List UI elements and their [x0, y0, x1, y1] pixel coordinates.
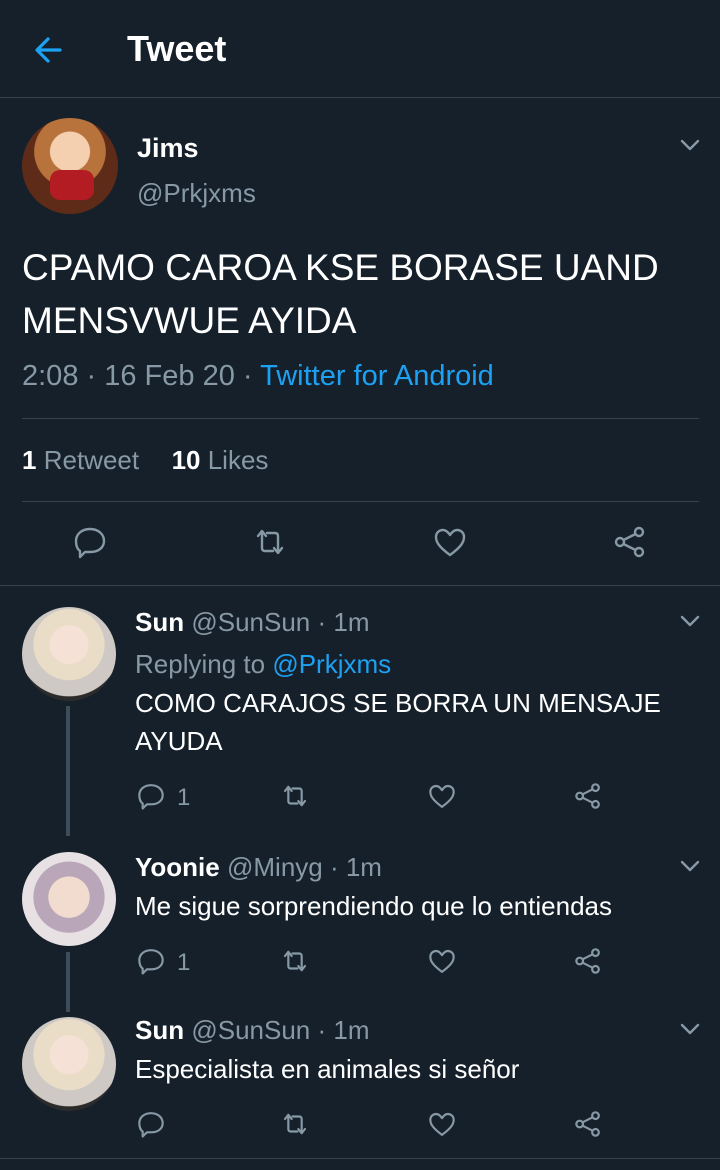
author-handle[interactable]: @Prkjxms: [137, 178, 256, 209]
reply-item[interactable]: Sun @SunSun · 1m Replying to @Prkjxms CO…: [0, 586, 720, 836]
reply-icon[interactable]: [72, 524, 108, 560]
reply-author-handle[interactable]: @SunSun: [191, 607, 310, 637]
tweet-stats: 1 Retweet 10 Likes: [22, 445, 268, 476]
reply-time: 1m: [333, 607, 370, 637]
like-icon[interactable]: [427, 946, 457, 976]
main-tweet: Jims @Prkjxms CPAMO CAROA KSE BORASE UAN…: [0, 98, 720, 586]
avatar[interactable]: [22, 607, 116, 701]
avatar[interactable]: [22, 1017, 116, 1111]
like-icon[interactable]: [432, 524, 468, 560]
tweet-source-link[interactable]: Twitter for Android: [260, 360, 494, 392]
reply-item[interactable]: Yoonie @Minyg · 1m Me sigue sorprendiend…: [0, 828, 720, 1012]
reply-time: 1m: [333, 1015, 370, 1045]
retweet-icon[interactable]: [280, 781, 310, 811]
replying-to-link[interactable]: @Prkjxms: [272, 649, 391, 679]
reply-author-name[interactable]: Sun: [135, 1015, 184, 1045]
divider: [22, 501, 699, 502]
reply-text: COMO CARAJOS SE BORRA UN MENSAJE AYUDA: [135, 688, 661, 756]
like-icon[interactable]: [427, 1109, 457, 1139]
divider: [22, 418, 699, 419]
reply-icon[interactable]: [136, 1109, 166, 1139]
retweets-stat[interactable]: 1 Retweet: [22, 445, 139, 475]
top-bar: Tweet: [0, 0, 720, 98]
reply-text: Especialista en animales si señor: [135, 1054, 520, 1084]
share-icon[interactable]: [573, 1109, 603, 1139]
avatar[interactable]: [22, 852, 116, 946]
tweet-text: CPAMO CAROA KSE BORASE UAND MENSVWUE AYI…: [22, 247, 659, 341]
replying-to: Replying to @Prkjxms: [135, 649, 392, 679]
reply-author-handle[interactable]: @SunSun: [191, 1015, 310, 1045]
chevron-down-icon[interactable]: [680, 1019, 700, 1039]
thread-line: [66, 706, 70, 836]
like-icon[interactable]: [427, 781, 457, 811]
chevron-down-icon[interactable]: [680, 611, 700, 631]
tweet-date: 16 Feb 20: [104, 360, 235, 392]
divider: [0, 1158, 720, 1159]
author-name[interactable]: Jims: [137, 133, 199, 164]
reply-author-handle[interactable]: @Minyg: [227, 852, 323, 882]
avatar[interactable]: [22, 118, 118, 214]
reply-author-name[interactable]: Yoonie: [135, 852, 220, 882]
likes-stat[interactable]: 10 Likes: [172, 445, 269, 475]
retweet-icon[interactable]: [280, 946, 310, 976]
back-arrow-icon[interactable]: [30, 30, 70, 70]
retweet-icon[interactable]: [280, 1109, 310, 1139]
reply-item[interactable]: Sun @SunSun · 1m Especialista en animale…: [0, 993, 720, 1158]
page-title: Tweet: [127, 28, 227, 69]
share-icon[interactable]: [573, 781, 603, 811]
reply-count: 1: [177, 784, 191, 811]
reply-icon[interactable]: [136, 781, 166, 811]
tweet-meta: 2:08 · 16 Feb 20 · Twitter for Android: [22, 360, 494, 392]
share-icon[interactable]: [573, 946, 603, 976]
chevron-down-icon[interactable]: [680, 856, 700, 876]
reply-header: Sun @SunSun · 1m: [135, 1015, 370, 1045]
reply-text: Me sigue sorprendiendo que lo entiendas: [135, 891, 613, 921]
reply-time: 1m: [345, 852, 382, 882]
chevron-down-icon[interactable]: [680, 135, 700, 155]
retweet-icon[interactable]: [252, 524, 288, 560]
reply-icon[interactable]: [136, 946, 166, 976]
reply-header: Sun @SunSun · 1m: [135, 607, 370, 637]
share-icon[interactable]: [612, 524, 648, 560]
reply-count: 1: [177, 949, 191, 976]
tweet-time: 2:08: [22, 360, 79, 392]
reply-header: Yoonie @Minyg · 1m: [135, 852, 382, 882]
reply-author-name[interactable]: Sun: [135, 607, 184, 637]
